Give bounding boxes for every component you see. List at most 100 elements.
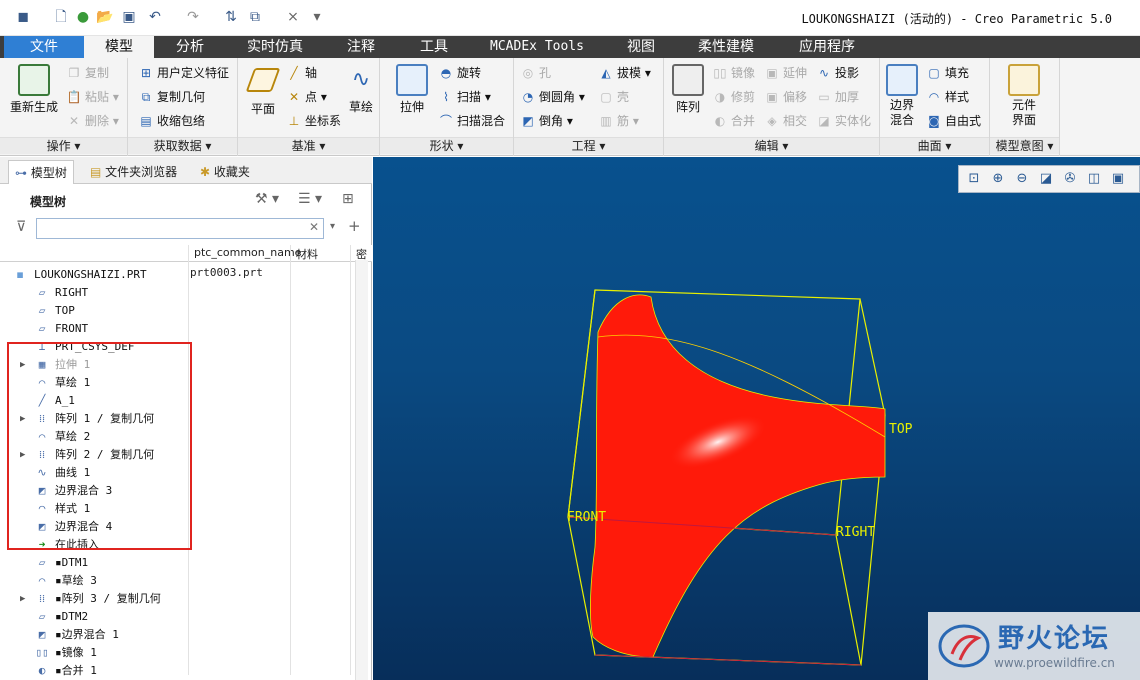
expand-arrow-icon[interactable]: ▶ xyxy=(20,590,25,608)
solidify-button[interactable]: ◪ 实体化 xyxy=(816,112,871,130)
tab-tools[interactable]: 工具 xyxy=(398,36,470,58)
tree-item-label: RIGHT xyxy=(55,286,89,299)
model-canvas[interactable]: TOP FRONT RIGHT xyxy=(373,157,1140,680)
offset-button[interactable]: ▣ 偏移 xyxy=(764,88,807,106)
thicken-button[interactable]: ▭ 加厚 xyxy=(816,88,859,106)
group-editing-label[interactable]: 编辑 ▾ xyxy=(664,137,879,154)
hole-button[interactable]: ◎ 孔 xyxy=(520,64,551,82)
column-common-name[interactable]: ptc_common_name xyxy=(194,246,301,259)
undo-icon[interactable]: ↶ xyxy=(146,8,164,26)
settings-icon[interactable]: ⚒ ▾ xyxy=(255,191,279,207)
tab-favorites[interactable]: ✱ 收藏夹 xyxy=(194,160,256,184)
add-column-icon[interactable]: + xyxy=(348,217,361,235)
extrude-button[interactable]: 拉伸 xyxy=(390,64,434,115)
open-session-icon[interactable]: ● xyxy=(74,8,92,26)
clear-filter-icon[interactable]: ✕ xyxy=(309,220,319,234)
udf-button[interactable]: ⊞ 用户定义特征 xyxy=(138,64,229,82)
datum-label-right[interactable]: RIGHT xyxy=(836,525,875,540)
regenerate-button[interactable]: 重新生成 xyxy=(6,64,62,115)
extend-button[interactable]: ▣ 延伸 xyxy=(764,64,807,82)
filter-icon[interactable]: ⊽ xyxy=(16,219,26,235)
boundary-blend-button[interactable]: 边界 混合 xyxy=(884,64,920,128)
tab-view[interactable]: 视图 xyxy=(604,36,678,58)
tree-item[interactable]: ⌒ ▪草绘 3 xyxy=(0,572,188,590)
tree-filter-input[interactable]: ✕ xyxy=(36,218,324,239)
tree-root[interactable]: ◼ LOUKONGSHAIZI.PRT xyxy=(0,266,188,284)
group-surfaces-label[interactable]: 曲面 ▾ xyxy=(880,137,989,154)
draft-button[interactable]: ◭ 拔模 ▾ xyxy=(598,64,650,82)
tab-applications[interactable]: 应用程序 xyxy=(774,36,880,58)
chamfer-button[interactable]: ◩ 倒角 ▾ xyxy=(520,112,573,130)
tab-live-simulation[interactable]: 实时仿真 xyxy=(226,36,324,58)
close-icon[interactable]: ⨯ xyxy=(284,8,302,26)
datum-label-front[interactable]: FRONT xyxy=(567,510,606,525)
tab-annotate[interactable]: 注释 xyxy=(324,36,398,58)
tree-item[interactable]: ▱ ▪DTM1 xyxy=(0,554,188,572)
delete-button[interactable]: ✕ 删除 ▾ xyxy=(66,112,119,130)
group-datum-label[interactable]: 基准 ▾ xyxy=(238,137,379,154)
copy-geometry-button[interactable]: ⧉ 复制几何 xyxy=(138,88,205,106)
project-button[interactable]: ∿ 投影 xyxy=(816,64,859,82)
tree-item[interactable]: ▱ TOP xyxy=(0,302,188,320)
plane-button[interactable]: 平面 xyxy=(244,64,282,117)
show-icon[interactable]: ☰ ▾ xyxy=(298,191,322,207)
tree-item[interactable]: ▶ ⁞⁞ ▪阵列 3 / 复制几何 xyxy=(0,590,188,608)
tab-mcadex-tools[interactable]: MCADEx Tools xyxy=(470,36,604,58)
app-icon[interactable]: ◼ xyxy=(14,8,32,26)
column-material[interactable]: 材料 xyxy=(296,246,318,262)
group-design-intent-label[interactable]: 模型意图 ▾ xyxy=(990,137,1059,154)
sweep-button[interactable]: ⌇ 扫描 ▾ xyxy=(438,88,491,106)
graphics-viewport[interactable]: ⊡ ⊕ ⊖ ◪ ✇ ◫ ▣ TOP FRONT RIGHT 野火论坛 www.p… xyxy=(373,157,1140,680)
more-icon[interactable]: ▾ xyxy=(308,8,326,26)
trim-button[interactable]: ◑ 修剪 xyxy=(712,88,755,106)
rib-button[interactable]: ▥ 筋 ▾ xyxy=(598,112,639,130)
group-operations-label[interactable]: 操作 ▾ xyxy=(0,137,127,154)
shrinkwrap-button[interactable]: ▤ 收缩包络 xyxy=(138,112,205,130)
tree-item[interactable]: ▱ FRONT xyxy=(0,320,188,338)
group-engineering-label[interactable]: 工程 ▾ xyxy=(514,137,663,154)
tree-scrollbar[interactable] xyxy=(355,260,368,680)
swept-blend-icon: ⌒ xyxy=(439,114,452,128)
group-get-data-label[interactable]: 获取数据 ▾ xyxy=(128,137,237,154)
tab-model-tree[interactable]: ⊶ 模型树 xyxy=(8,160,74,184)
tree-item[interactable]: ▯▯ ▪镜像 1 xyxy=(0,644,188,662)
tree-options-icon[interactable]: ⊞ xyxy=(342,191,354,207)
tab-flexible-modeling[interactable]: 柔性建模 xyxy=(678,36,774,58)
filter-dropdown-icon[interactable]: ▾ xyxy=(330,221,335,232)
new-icon[interactable]: 🗋 xyxy=(52,8,70,26)
tree-item[interactable]: ◩ ▪边界混合 1 xyxy=(0,626,188,644)
shell-button[interactable]: ▢ 壳 xyxy=(598,88,629,106)
regenerate-icon[interactable]: ⇅ xyxy=(222,8,240,26)
fill-button[interactable]: ▢ 填充 xyxy=(926,64,969,82)
component-interface-button[interactable]: 元件 界面 xyxy=(1004,64,1044,128)
mirror-button[interactable]: ▯▯ 镜像 xyxy=(712,64,755,82)
tree-item[interactable]: ◐ ▪合并 1 xyxy=(0,662,188,680)
paste-button[interactable]: 📋 粘贴 ▾ xyxy=(66,88,119,106)
freestyle-button[interactable]: ◙ 自由式 xyxy=(926,112,981,130)
style-button[interactable]: ◠ 样式 xyxy=(926,88,969,106)
merge-button[interactable]: ◐ 合并 xyxy=(712,112,755,130)
tab-file[interactable]: 文件 xyxy=(4,36,84,58)
sketch-button[interactable]: ∿ 草绘 xyxy=(346,64,376,115)
redo-icon[interactable]: ↷ xyxy=(184,8,202,26)
csys-button[interactable]: ⊥ 坐标系 xyxy=(286,112,341,130)
boundary-blend-surface[interactable] xyxy=(589,294,886,658)
intersect-button[interactable]: ◈ 相交 xyxy=(764,112,807,130)
datum-label-top[interactable]: TOP xyxy=(889,422,913,437)
tab-folder-browser[interactable]: ▤ 文件夹浏览器 xyxy=(84,160,183,184)
open-icon[interactable]: 📂 xyxy=(96,8,114,26)
round-button[interactable]: ◔ 倒圆角 ▾ xyxy=(520,88,585,106)
swept-blend-button[interactable]: ⌒ 扫描混合 xyxy=(438,112,505,130)
axis-button[interactable]: ╱ 轴 xyxy=(286,64,317,82)
tab-model[interactable]: 模型 xyxy=(84,36,154,59)
pattern-button[interactable]: 阵列 xyxy=(670,64,706,115)
group-shapes-label[interactable]: 形状 ▾ xyxy=(380,137,513,154)
windows-icon[interactable]: ⧉ xyxy=(246,8,264,26)
point-button[interactable]: ✕ 点 ▾ xyxy=(286,88,327,106)
copy-button[interactable]: ❐ 复制 xyxy=(66,64,109,82)
revolve-button[interactable]: ◓ 旋转 xyxy=(438,64,481,82)
tree-item[interactable]: ▱ ▪DTM2 xyxy=(0,608,188,626)
tree-item[interactable]: ▱ RIGHT xyxy=(0,284,188,302)
save-icon[interactable]: ▣ xyxy=(120,8,138,26)
tab-analysis[interactable]: 分析 xyxy=(154,36,226,58)
